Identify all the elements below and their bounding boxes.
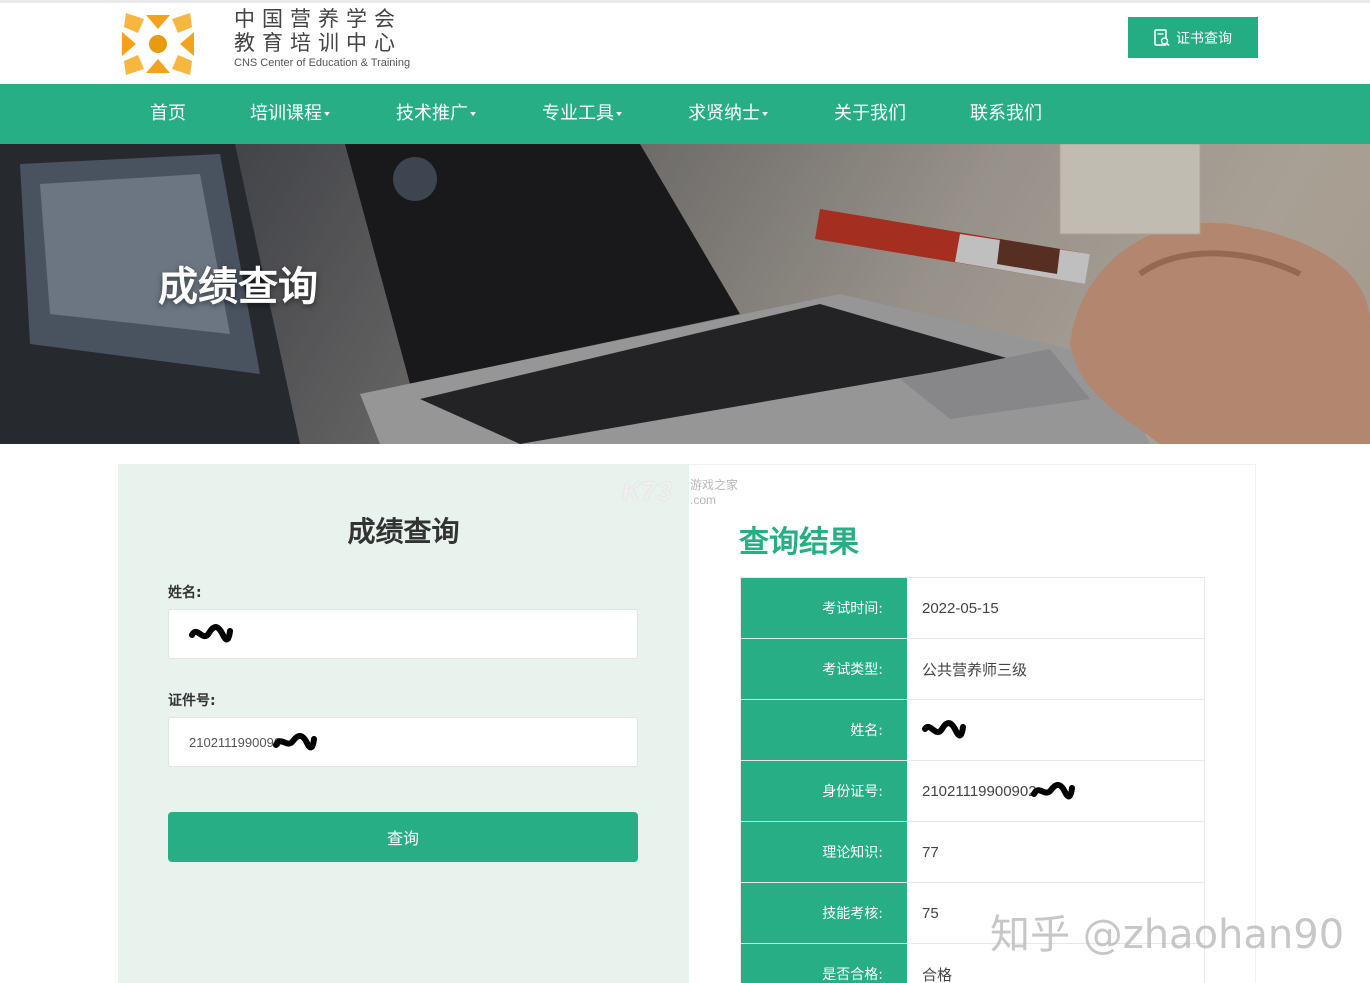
site-logo[interactable] — [116, 7, 206, 81]
redaction-scribble — [273, 733, 318, 751]
redaction-scribble — [1030, 782, 1075, 800]
name-label: 姓名: — [168, 585, 202, 601]
caret-down-icon — [616, 112, 622, 116]
id-number-input[interactable]: 2102111990090 — [168, 717, 638, 767]
row-key: 身份证号: — [741, 761, 907, 821]
caret-down-icon — [324, 112, 330, 116]
row-key: 考试类型: — [741, 639, 907, 699]
nav-item-tools[interactable]: 专业工具 — [542, 84, 622, 144]
site-header: 中国营养学会 教育培训中心 CNS Center of Education & … — [0, 0, 1370, 84]
nav-item-about[interactable]: 关于我们 — [834, 84, 906, 144]
nav-item-home[interactable]: 首页 — [150, 84, 186, 144]
main-nav: 首页 培训课程 技术推广 专业工具 求贤纳士 关于我们 联系我们 — [0, 84, 1370, 144]
certificate-query-button[interactable]: 证书查询 — [1128, 17, 1258, 58]
id-number-result: 21021119900902 — [922, 782, 1037, 800]
nav-item-courses[interactable]: 培训课程 — [250, 84, 330, 144]
k73-watermark-sub: 游戏之家 .com — [690, 476, 738, 507]
nav-item-label: 求贤纳士 — [688, 103, 760, 124]
row-value: 公共营养师三级 — [907, 639, 1204, 699]
row-key: 考试时间: — [741, 578, 907, 638]
nav-item-careers[interactable]: 求贤纳士 — [688, 84, 768, 144]
row-value — [907, 700, 1204, 760]
logo-emblem-icon — [122, 13, 194, 75]
row-key: 姓名: — [741, 700, 907, 760]
k73-watermark-text: 游戏之家 — [690, 478, 739, 492]
row-key: 是否合格: — [741, 944, 907, 983]
id-number-value: 2102111990090 — [189, 734, 282, 750]
nav-item-label: 关于我们 — [834, 103, 906, 124]
k73-watermark-domain: .com — [690, 493, 717, 507]
result-title: 查询结果 — [739, 525, 859, 560]
hero-banner: 成绩查询 — [0, 144, 1370, 444]
logo-text: 中国营养学会 教育培训中心 CNS Center of Education & … — [234, 7, 410, 69]
nav-item-label: 技术推广 — [396, 103, 468, 124]
name-input[interactable] — [168, 609, 638, 659]
banner-title: 成绩查询 — [158, 264, 318, 310]
score-query-form: 成绩查询 姓名: 证件号: 2102111990090 查询 — [118, 464, 689, 983]
row-value: 77 — [907, 822, 1204, 882]
certificate-search-icon — [1154, 28, 1170, 46]
row-value: 21021119900902 — [907, 761, 1204, 821]
redaction-scribble — [189, 624, 233, 643]
logo-cn-line2: 教育培训中心 — [234, 31, 402, 55]
nav-item-label: 首页 — [150, 103, 186, 124]
nav-item-label: 联系我们 — [970, 103, 1042, 124]
certificate-query-label: 证书查询 — [1176, 29, 1232, 46]
logo-cn-line1: 中国营养学会 — [234, 7, 402, 31]
logo-en: CNS Center of Education & Training — [234, 57, 411, 69]
table-row: 理论知识: 77 — [741, 822, 1204, 883]
caret-down-icon — [470, 112, 476, 116]
nav-item-tech-promotion[interactable]: 技术推广 — [396, 84, 476, 144]
form-title: 成绩查询 — [347, 515, 460, 548]
table-row: 考试时间: 2022-05-15 — [741, 578, 1204, 639]
row-value: 2022-05-15 — [907, 578, 1204, 638]
zhihu-watermark: 知乎 @zhaohan90 — [990, 912, 1345, 958]
nav-item-contact[interactable]: 联系我们 — [970, 84, 1042, 144]
k73-watermark: K73 — [622, 476, 673, 506]
row-key: 理论知识: — [741, 822, 907, 882]
redaction-scribble — [922, 720, 966, 739]
query-submit-button[interactable]: 查询 — [168, 812, 638, 862]
nav-item-label: 专业工具 — [542, 103, 614, 124]
table-row: 身份证号: 21021119900902 — [741, 761, 1204, 822]
table-row: 考试类型: 公共营养师三级 — [741, 639, 1204, 700]
row-key: 技能考核: — [741, 883, 907, 943]
table-row: 姓名: — [741, 700, 1204, 761]
nav-item-label: 培训课程 — [250, 103, 322, 124]
caret-down-icon — [762, 112, 768, 116]
id-label: 证件号: — [168, 693, 216, 709]
